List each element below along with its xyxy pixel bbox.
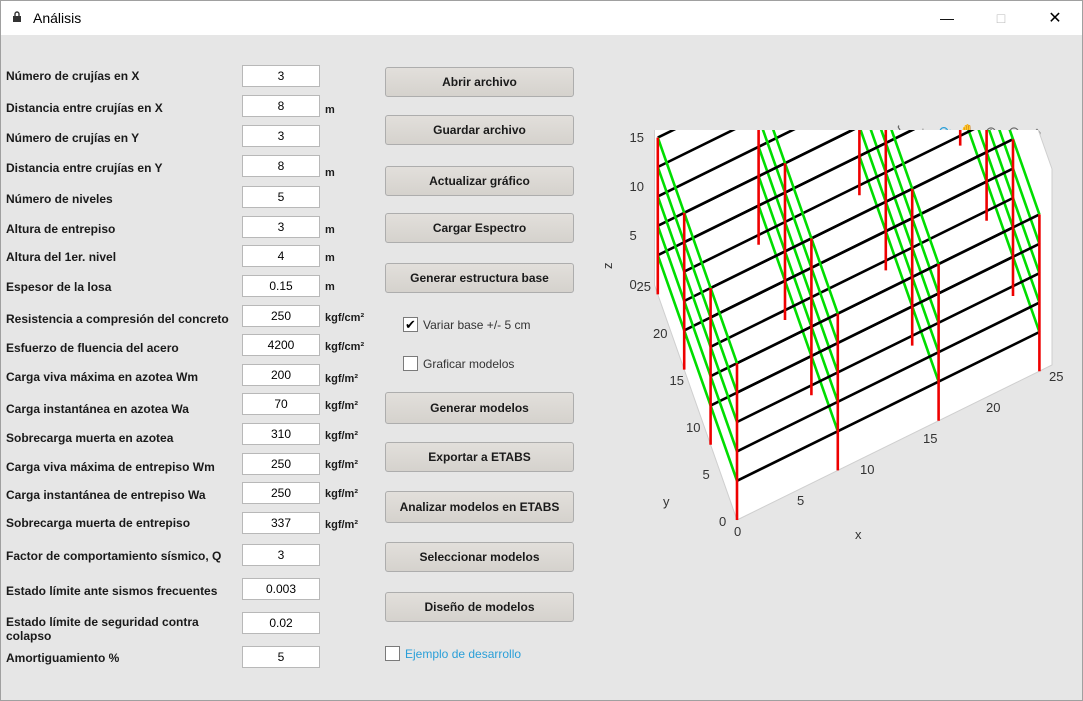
param-label: Estado límite de seguridad contra colaps… (6, 615, 199, 643)
param-label: Amortiguamiento % (6, 651, 120, 665)
app-icon (13, 11, 21, 22)
param-unit: kgf/m² (325, 430, 358, 442)
save-file-button[interactable]: Guardar archivo (385, 115, 574, 145)
param-unit: kgf/m² (325, 400, 358, 412)
y-tick-label: 0 (719, 514, 726, 529)
param-label: Distancia entre crujías en X (6, 101, 163, 115)
param-input[interactable]: 5 (242, 646, 320, 668)
x-axis-label: x (855, 527, 862, 542)
param-input[interactable]: 0.003 (242, 578, 320, 600)
z-tick-label: 0 (630, 277, 637, 292)
y-tick-label: 25 (637, 279, 651, 294)
param-unit: m (325, 104, 335, 116)
example-checkbox[interactable] (385, 646, 400, 661)
vary-base-label: Variar base +/- 5 cm (423, 318, 531, 332)
plot-models-label: Graficar modelos (423, 357, 515, 371)
x-tick-label: 10 (860, 462, 874, 477)
z-tick-label: 10 (630, 179, 644, 194)
param-label: Espesor de la losa (6, 280, 112, 294)
maximize-button[interactable]: □ (978, 1, 1024, 35)
load-spectrum-button[interactable]: Cargar Espectro (385, 213, 574, 243)
example-label: Ejemplo de desarrollo (405, 647, 522, 661)
param-label: Altura del 1er. nivel (6, 250, 117, 264)
param-label: Distancia entre crujías en Y (6, 161, 163, 175)
param-input[interactable]: 250 (242, 453, 320, 475)
param-input[interactable]: 200 (242, 364, 320, 386)
z-tick-label: 5 (630, 228, 637, 243)
param-unit: m (325, 281, 335, 293)
param-input[interactable]: 250 (242, 482, 320, 504)
y-tick-label: 10 (686, 420, 700, 435)
param-unit: kgf/m² (325, 459, 358, 471)
design-models-button[interactable]: Diseño de modelos (385, 592, 574, 622)
param-label: Carga instantánea de entrepiso Wa (6, 488, 206, 502)
param-input[interactable]: 250 (242, 305, 320, 327)
plot-models-checkbox[interactable] (403, 356, 418, 371)
param-input[interactable]: 70 (242, 393, 320, 415)
param-unit: m (325, 167, 335, 179)
param-input[interactable]: 337 (242, 512, 320, 534)
open-file-button[interactable]: Abrir archivo (385, 67, 574, 97)
param-unit: kgf/cm² (325, 312, 365, 324)
param-input[interactable]: 0.15 (242, 275, 320, 297)
vary-base-checkbox[interactable]: ✔ (403, 317, 418, 332)
param-label: Resistencia a compresión del concreto (6, 312, 229, 326)
select-models-button[interactable]: Seleccionar modelos (385, 542, 574, 572)
close-button[interactable]: ✕ (1032, 1, 1078, 35)
y-tick-label: 5 (703, 467, 710, 482)
y-tick-label: 20 (653, 326, 667, 341)
param-label: Sobrecarga muerta de entrepiso (6, 516, 191, 530)
x-tick-label: 15 (923, 431, 937, 446)
param-input[interactable]: 4 (242, 245, 320, 267)
param-label: Carga viva máxima en azotea Wm (6, 370, 199, 384)
generate-models-button[interactable]: Generar modelos (385, 392, 574, 424)
structure-3d-plot[interactable]: 0510152025051015202505101520 x y z (586, 130, 1066, 590)
analyze-etabs-button[interactable]: Analizar modelos en ETABS (385, 491, 574, 523)
z-tick-label: 15 (630, 130, 644, 145)
param-label: Carga instantánea en azotea Wa (6, 402, 189, 416)
param-input[interactable]: 3 (242, 65, 320, 87)
param-label: Factor de comportamiento sísmico, Q (6, 549, 222, 563)
window-title: Análisis (33, 10, 82, 26)
x-tick-label: 20 (986, 400, 1000, 415)
x-tick-label: 25 (1049, 369, 1063, 384)
param-input[interactable]: 310 (242, 423, 320, 445)
param-input[interactable]: 8 (242, 155, 320, 177)
param-label: Número de crujías en Y (6, 131, 140, 145)
export-etabs-button[interactable]: Exportar a ETABS (385, 442, 574, 472)
param-input[interactable]: 3 (242, 544, 320, 566)
param-label: Sobrecarga muerta en azotea (6, 431, 174, 445)
analysis-window: Análisis — □ ✕ Número de crujías en X 3 … (0, 0, 1083, 701)
x-tick-label: 5 (797, 493, 804, 508)
minimize-button[interactable]: — (924, 1, 970, 35)
generate-base-structure-button[interactable]: Generar estructura base (385, 263, 574, 293)
y-axis-label: y (663, 494, 670, 509)
param-label: Número de crujías en X (6, 69, 140, 83)
param-input[interactable]: 5 (242, 186, 320, 208)
param-label: Esfuerzo de fluencia del acero (6, 341, 179, 355)
param-input[interactable]: 3 (242, 216, 320, 238)
main-panel: Número de crujías en X 3 Distancia entre… (1, 35, 1082, 700)
param-input[interactable]: 0.02 (242, 612, 320, 634)
x-tick-label: 0 (734, 524, 741, 539)
param-unit: kgf/m² (325, 373, 358, 385)
param-unit: m (325, 224, 335, 236)
param-input[interactable]: 8 (242, 95, 320, 117)
param-label: Número de niveles (6, 192, 113, 206)
param-unit: m (325, 252, 335, 264)
param-unit: kgf/m² (325, 488, 358, 500)
param-unit: kgf/m² (325, 519, 358, 531)
param-label: Altura de entrepiso (6, 222, 116, 236)
title-bar: Análisis — □ ✕ (1, 1, 1082, 35)
param-input[interactable]: 3 (242, 125, 320, 147)
param-label: Estado límite ante sismos frecuentes (6, 584, 218, 598)
param-label: Carga viva máxima de entrepiso Wm (6, 460, 215, 474)
z-axis-label: z (600, 263, 615, 270)
param-input[interactable]: 4200 (242, 334, 320, 356)
y-tick-label: 15 (670, 373, 684, 388)
param-unit: kgf/cm² (325, 341, 365, 353)
update-plot-button[interactable]: Actualizar gráfico (385, 166, 574, 196)
